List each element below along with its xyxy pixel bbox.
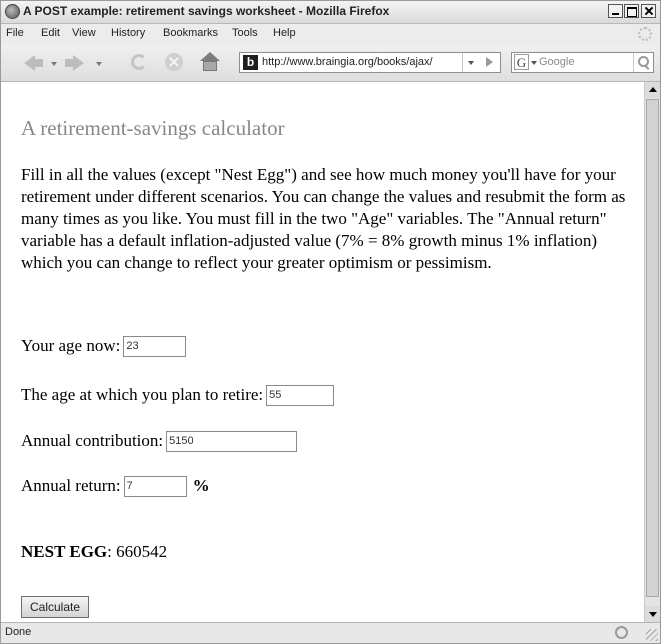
title-bar: A POST example: retirement savings works… [1,1,660,24]
menu-file[interactable]: File [6,27,24,39]
contribution-row: Annual contribution: [21,430,298,452]
url-bar[interactable]: b http://www.braingia.org/books/ajax/ [239,52,501,73]
scroll-down-arrow-icon[interactable] [645,606,660,622]
back-button[interactable] [23,52,45,72]
page-title: A retirement-savings calculator [21,116,285,140]
menu-tools[interactable]: Tools [232,27,258,39]
maximize-button[interactable] [624,4,639,18]
close-button[interactable] [641,4,656,18]
scroll-thumb[interactable] [646,99,659,597]
status-text: Done [5,626,32,638]
nest-egg-label: NEST EGG [21,542,108,561]
resize-grip-icon[interactable] [646,629,658,641]
calculate-button[interactable]: Calculate [21,596,90,618]
search-engine-icon[interactable]: G [514,54,529,70]
menu-help[interactable]: Help [273,27,296,39]
back-history-dropdown-icon[interactable] [51,62,57,66]
age-now-row: Your age now: [21,335,187,357]
annual-return-input[interactable] [123,475,187,497]
forward-button[interactable] [65,52,87,72]
forward-arrow-icon [65,55,84,71]
contribution-input[interactable] [166,430,298,452]
nest-egg-value: 660542 [116,542,168,561]
navigation-toolbar: b http://www.braingia.org/books/ajax/ G … [1,45,660,82]
page-content: A retirement-savings calculator Fill in … [1,82,644,622]
magnifier-icon[interactable] [633,53,653,72]
reload-icon [131,54,147,70]
url-text[interactable]: http://www.braingia.org/books/ajax/ [262,56,458,68]
go-arrow-icon[interactable] [480,53,499,72]
url-history-dropdown-icon[interactable] [462,53,479,72]
site-favicon-icon: b [243,55,258,70]
vertical-scrollbar[interactable] [644,82,660,622]
retire-age-label: The age at which you plan to retire: [21,385,264,405]
scroll-up-arrow-icon[interactable] [645,82,660,98]
retire-age-row: The age at which you plan to retire: [21,384,335,406]
search-engine-dropdown-icon[interactable] [531,61,537,65]
stop-button[interactable] [164,52,186,72]
back-arrow-icon [24,55,43,71]
home-icon [199,52,221,72]
menu-edit[interactable]: Edit [41,27,60,39]
window-controls [607,4,656,18]
annual-return-label: Annual return: [21,476,121,496]
nest-egg-result: NEST EGG: 660542 [21,542,167,562]
menu-bookmarks[interactable]: Bookmarks [163,27,218,39]
menu-view[interactable]: View [72,27,96,39]
reload-button[interactable] [129,52,151,72]
age-now-label: Your age now: [21,336,121,356]
annual-return-row: Annual return:% [21,475,210,497]
search-bar[interactable]: G Google [511,52,654,73]
forward-history-dropdown-icon[interactable] [96,62,102,66]
intro-paragraph: Fill in all the values (except "Nest Egg… [21,165,626,272]
menu-bar: File Edit View History Bookmarks Tools H… [1,24,660,44]
status-bar: Done [1,622,660,643]
retire-age-input[interactable] [266,384,335,406]
search-placeholder[interactable]: Google [539,56,574,68]
minimize-button[interactable] [608,4,623,18]
menu-history[interactable]: History [111,27,145,39]
nest-egg-separator: : [107,542,112,561]
window-title: A POST example: retirement savings works… [23,4,390,18]
contribution-label: Annual contribution: [21,431,164,451]
status-indicator-icon [615,626,628,639]
home-button[interactable] [199,52,221,72]
percent-sign: % [192,476,210,496]
stop-icon [165,53,183,71]
browser-window: A POST example: retirement savings works… [0,0,661,644]
throbber-icon [638,27,652,41]
age-now-input[interactable] [123,335,187,357]
firefox-icon [5,4,20,19]
